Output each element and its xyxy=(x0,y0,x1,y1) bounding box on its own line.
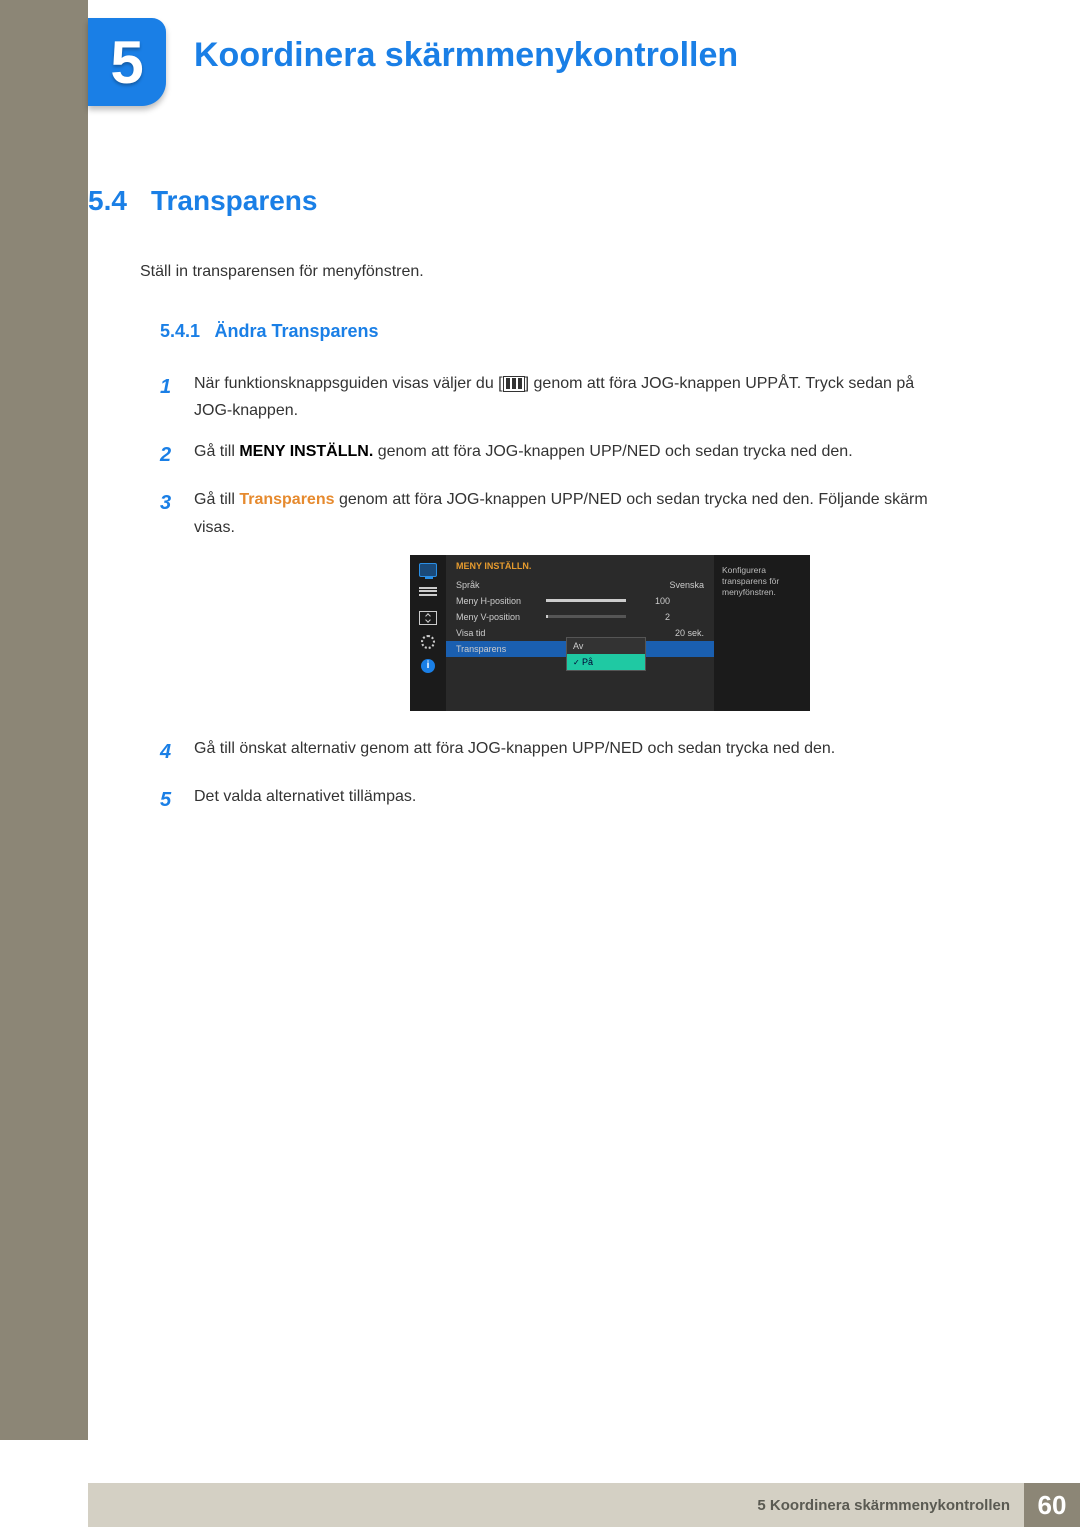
osd-slider xyxy=(546,599,626,602)
step-3: 3 Gå till Transparens genom att föra JOG… xyxy=(160,486,948,540)
osd-row-vposition: Meny V-position 2 xyxy=(456,609,704,625)
steps-list: 1 När funktionsknappsguiden visas väljer… xyxy=(160,370,948,817)
osd-value: 100 xyxy=(634,596,670,606)
osd-sidebar: i xyxy=(410,555,446,711)
osd-row-language: Språk Svenska xyxy=(456,577,704,593)
step-5: 5 Det valda alternativet tillämpas. xyxy=(160,783,948,817)
position-icon xyxy=(419,611,437,625)
text-fragment: genom att föra JOG-knappen UPP/NED och s… xyxy=(373,443,852,460)
step-text: Gå till MENY INSTÄLLN. genom att föra JO… xyxy=(194,438,948,472)
page-content: 5.4 Transparens Ställ in transparensen f… xyxy=(88,185,988,831)
osd-option-off: Av xyxy=(567,638,645,654)
step-text: Det valda alternativet tillämpas. xyxy=(194,783,948,817)
osd-label: Visa tid xyxy=(456,628,546,638)
step-number: 5 xyxy=(160,783,176,817)
osd-title: MENY INSTÄLLN. xyxy=(456,561,704,571)
step-number: 2 xyxy=(160,438,176,472)
text-fragment: När funktionsknappsguiden visas väljer d… xyxy=(194,375,503,392)
step-4: 4 Gå till önskat alternativ genom att fö… xyxy=(160,735,948,769)
subsection-title: Ändra Transparens xyxy=(215,321,379,341)
left-margin-bar xyxy=(0,0,88,1440)
subsection-number: 5.4.1 xyxy=(160,321,200,341)
text-bold: MENY INSTÄLLN. xyxy=(239,443,373,460)
osd-dropdown: Av På xyxy=(566,637,646,671)
text-fragment: Gå till xyxy=(194,491,239,508)
step-number: 4 xyxy=(160,735,176,769)
info-icon: i xyxy=(421,659,435,673)
chapter-title: Koordinera skärmmenykontrollen xyxy=(194,36,738,75)
step-2: 2 Gå till MENY INSTÄLLN. genom att föra … xyxy=(160,438,948,472)
section-title: Transparens xyxy=(151,185,318,217)
menu-list-icon xyxy=(419,587,437,601)
osd-label: Språk xyxy=(456,580,546,590)
footer-text: 5 Koordinera skärmmenykontrollen xyxy=(88,1483,1024,1527)
section-number: 5.4 xyxy=(88,185,127,217)
osd-label: Meny H-position xyxy=(456,596,546,606)
step-text: När funktionsknappsguiden visas väljer d… xyxy=(194,370,948,424)
text-highlight: Transparens xyxy=(239,491,334,508)
osd-value: 2 xyxy=(634,612,670,622)
menu-icon xyxy=(503,376,525,392)
osd-label: Meny V-position xyxy=(456,612,546,622)
step-text: Gå till önskat alternativ genom att föra… xyxy=(194,735,948,769)
step-number: 3 xyxy=(160,486,176,540)
osd-help-panel: Konfigurera transparens för menyfönstren… xyxy=(714,555,810,711)
osd-option-on: På xyxy=(567,654,645,670)
page-footer: 5 Koordinera skärmmenykontrollen 60 xyxy=(88,1483,1080,1527)
footer-page-number: 60 xyxy=(1024,1483,1080,1527)
osd-label: Transparens xyxy=(456,644,546,654)
step-number: 1 xyxy=(160,370,176,424)
osd-value: 20 sek. xyxy=(668,628,704,638)
chapter-number-badge: 5 xyxy=(88,18,166,106)
text-fragment: Gå till xyxy=(194,443,239,460)
step-1: 1 När funktionsknappsguiden visas väljer… xyxy=(160,370,948,424)
step-text: Gå till Transparens genom att föra JOG-k… xyxy=(194,486,948,540)
section-intro: Ställ in transparensen för menyfönstren. xyxy=(140,263,948,281)
osd-main-panel: MENY INSTÄLLN. Språk Svenska Meny H-posi… xyxy=(446,555,714,711)
gear-icon xyxy=(421,635,435,649)
osd-value: Svenska xyxy=(668,580,704,590)
osd-slider xyxy=(546,615,626,618)
osd-screenshot: i MENY INSTÄLLN. Språk Svenska Meny H-po… xyxy=(410,555,810,711)
monitor-icon xyxy=(419,563,437,577)
osd-row-hposition: Meny H-position 100 xyxy=(456,593,704,609)
